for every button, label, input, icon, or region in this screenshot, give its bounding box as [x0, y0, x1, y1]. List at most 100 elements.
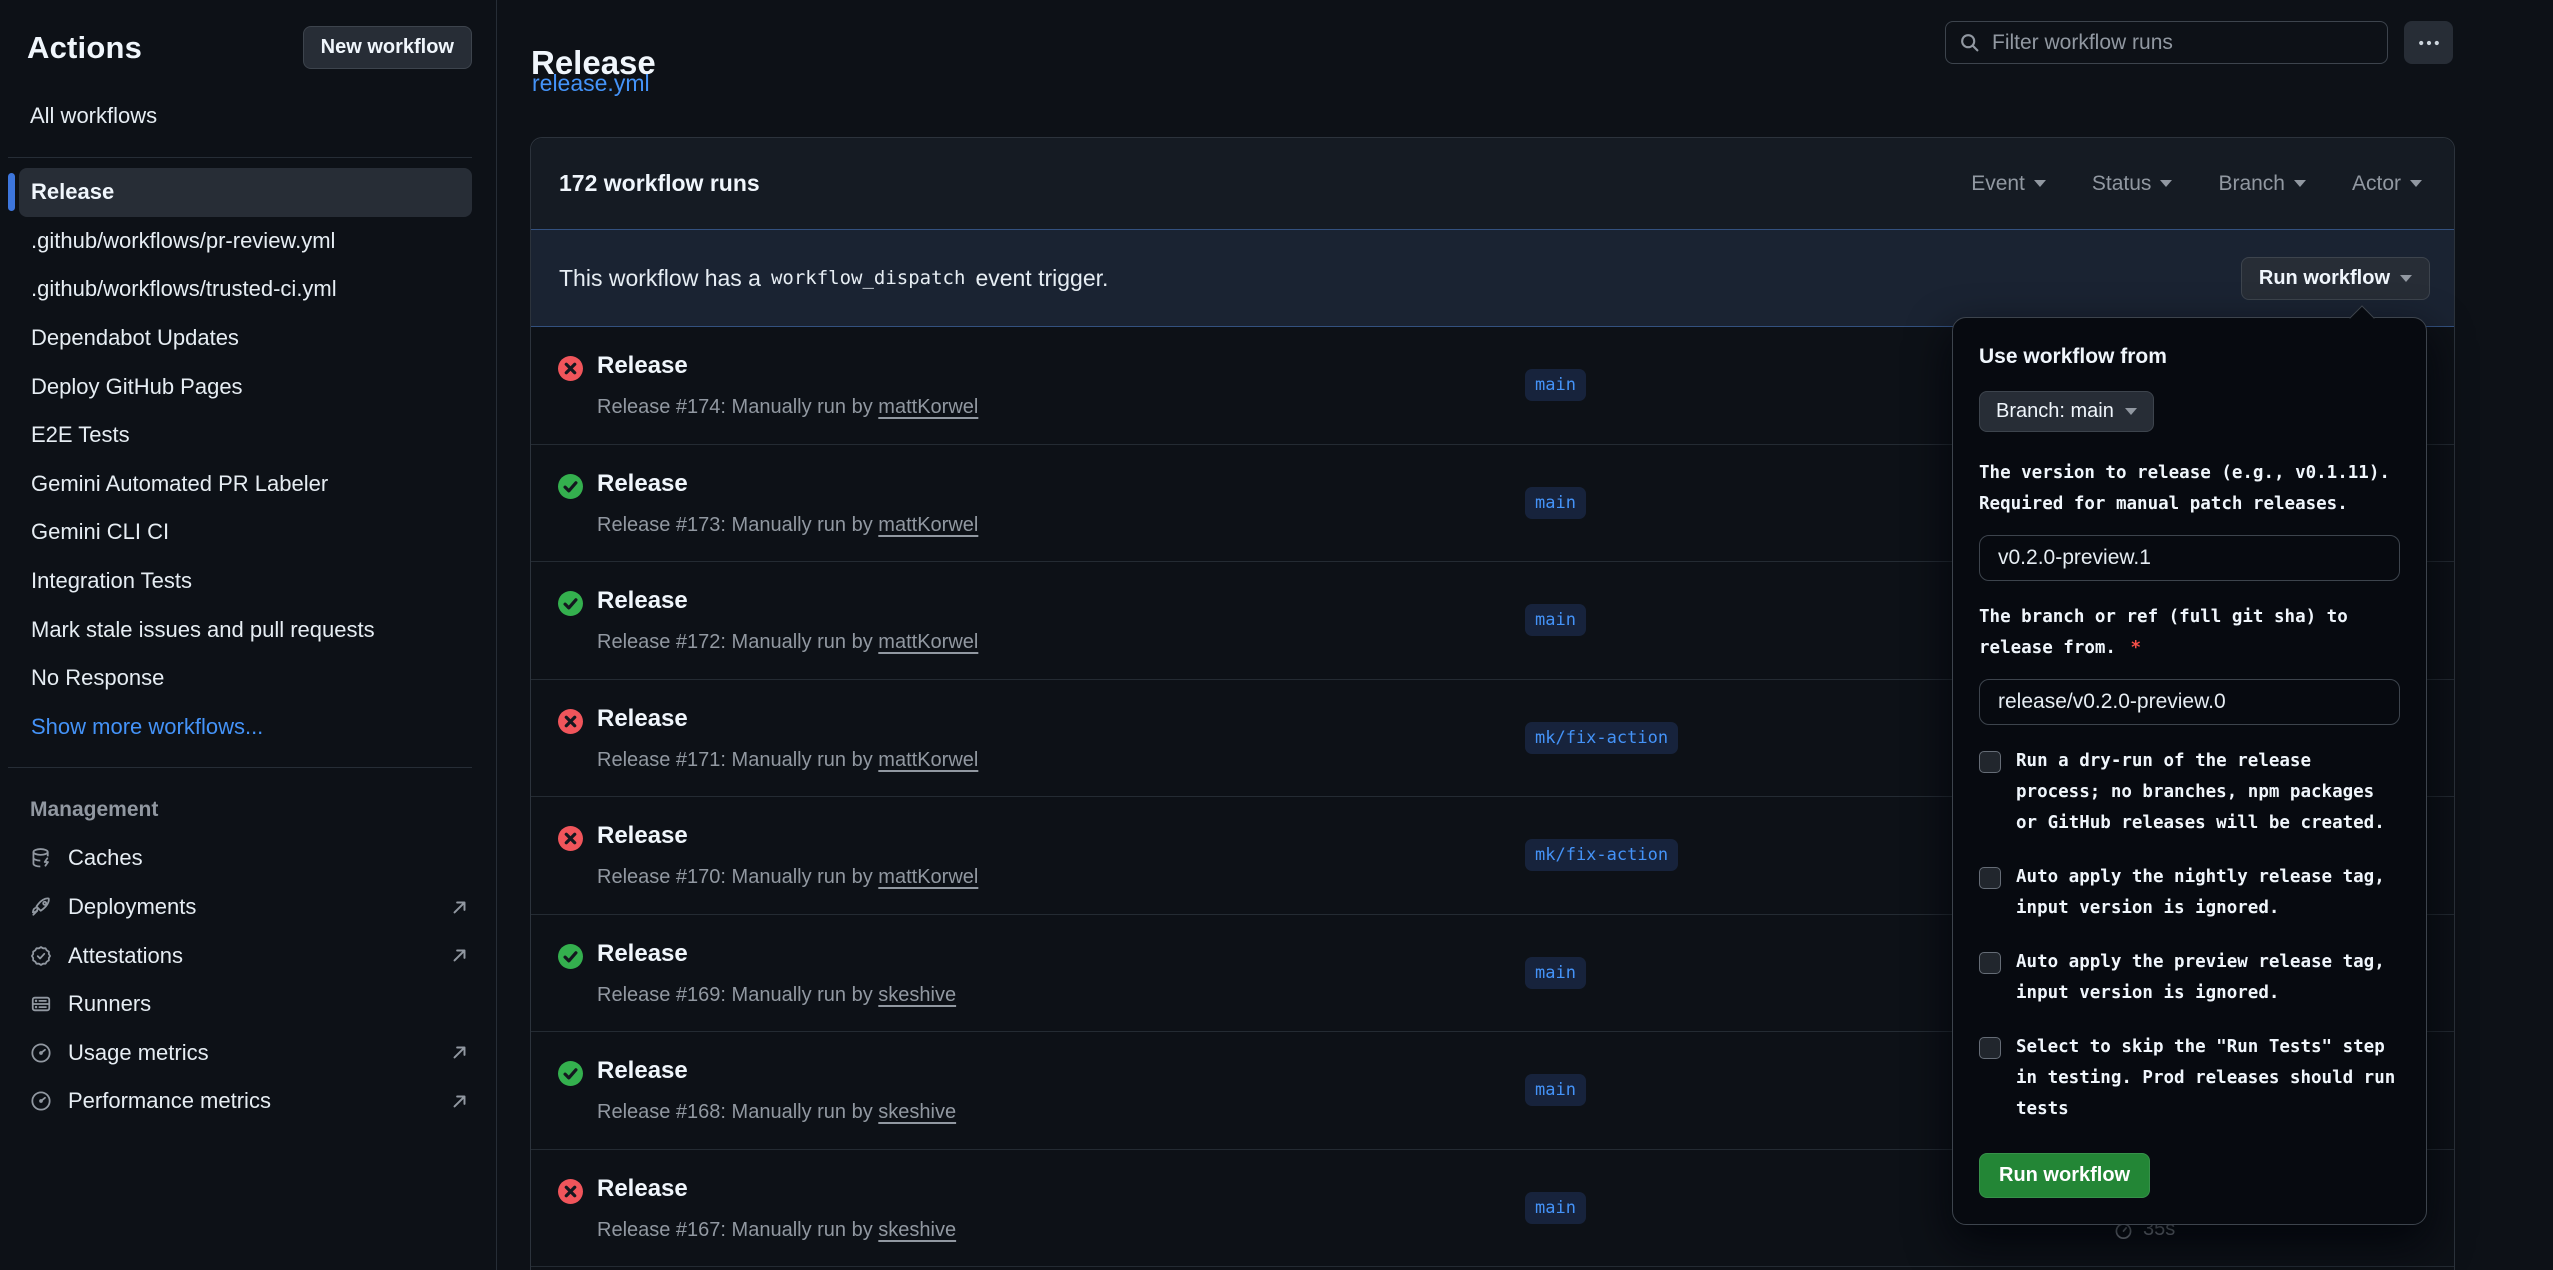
version-input-label: The version to release (e.g., v0.1.11). …	[1979, 458, 2400, 520]
check-circle-icon	[557, 590, 584, 617]
sidebar-item-workflow[interactable]: .github/workflows/pr-review.yml	[19, 217, 472, 266]
ref-input[interactable]	[1979, 679, 2400, 725]
branch-badge[interactable]: mk/fix-action	[1525, 722, 1678, 754]
run-description: Release #172: Manually run by mattKorwel	[597, 631, 978, 654]
version-input[interactable]	[1979, 535, 2400, 581]
chevron-down-icon	[2294, 180, 2306, 187]
divider	[8, 767, 472, 768]
required-asterisk: *	[2131, 638, 2142, 658]
checkbox-label[interactable]: Auto apply the nightly release tag, inpu…	[2016, 862, 2400, 924]
actor-link[interactable]: skeshive	[878, 1219, 956, 1241]
run-description: Release #168: Manually run by skeshive	[597, 1101, 956, 1124]
run-title-link[interactable]: Release	[597, 470, 688, 498]
verified-icon	[30, 945, 52, 967]
run-title-link[interactable]: Release	[597, 705, 688, 733]
checkbox[interactable]	[1979, 751, 2001, 773]
divider	[8, 157, 472, 158]
actor-link[interactable]: mattKorwel	[878, 749, 978, 771]
sidebar-item-workflow[interactable]: Gemini Automated PR Labeler	[19, 460, 472, 509]
new-workflow-button[interactable]: New workflow	[303, 26, 472, 69]
management-item-label: Attestations	[68, 943, 183, 969]
checkbox-label[interactable]: Run a dry-run of the release process; no…	[2016, 746, 2400, 839]
x-circle-icon	[557, 825, 584, 852]
management-item-label: Deployments	[68, 894, 196, 920]
run-title-link[interactable]: Release	[597, 352, 688, 380]
sidebar-item-workflow[interactable]: Mark stale issues and pull requests	[19, 605, 472, 654]
checkbox-label[interactable]: Select to skip the "Run Tests" step in t…	[2016, 1032, 2400, 1125]
sidebar-item-workflow[interactable]: Deploy GitHub Pages	[19, 362, 472, 411]
sidebar-item-workflow[interactable]: E2E Tests	[19, 411, 472, 460]
management-item-label: Runners	[68, 991, 151, 1017]
actor-link[interactable]: skeshive	[878, 1101, 956, 1123]
branch-badge[interactable]: mk/fix-action	[1525, 839, 1678, 871]
run-title-link[interactable]: Release	[597, 1057, 688, 1085]
x-circle-icon	[557, 708, 584, 735]
external-link-icon	[449, 1091, 470, 1112]
actor-link[interactable]: mattKorwel	[878, 631, 978, 653]
actor-link[interactable]: mattKorwel	[878, 866, 978, 888]
workflow-label: Release	[31, 179, 114, 205]
branch-badge[interactable]: main	[1525, 957, 1586, 989]
sidebar-item-management[interactable]: Caches	[0, 834, 496, 883]
management-section-header: Management	[30, 798, 472, 822]
runs-filter-dropdown[interactable]: Actor	[2352, 172, 2422, 196]
runs-filter-dropdown[interactable]: Branch	[2218, 172, 2306, 196]
actor-link[interactable]: mattKorwel	[878, 396, 978, 418]
checkbox[interactable]	[1979, 867, 2001, 889]
rocket-icon	[30, 896, 52, 918]
run-description: Release #174: Manually run by mattKorwel	[597, 396, 978, 419]
management-item-label: Performance metrics	[68, 1088, 271, 1114]
sidebar-item-management[interactable]: Usage metrics	[0, 1029, 496, 1078]
sidebar-item-management[interactable]: Attestations	[0, 931, 496, 980]
filter-workflow-runs-input[interactable]	[1990, 30, 2374, 56]
server-icon	[30, 993, 52, 1015]
run-title-link[interactable]: Release	[597, 822, 688, 850]
sidebar-item-management[interactable]: Runners	[0, 980, 496, 1029]
branch-badge[interactable]: main	[1525, 369, 1586, 401]
check-circle-icon	[557, 1060, 584, 1087]
checkbox[interactable]	[1979, 1037, 2001, 1059]
show-more-workflows-link[interactable]: Show more workflows...	[19, 703, 496, 752]
check-circle-icon	[557, 943, 584, 970]
workflow-label: .github/workflows/trusted-ci.yml	[31, 276, 337, 302]
sidebar-item-management[interactable]: Deployments	[0, 883, 496, 932]
run-title-link[interactable]: Release	[597, 587, 688, 615]
checkbox-label[interactable]: Auto apply the preview release tag, inpu…	[2016, 947, 2400, 1009]
sidebar-item-workflow[interactable]: No Response	[19, 654, 472, 703]
checkbox[interactable]	[1979, 952, 2001, 974]
branch-badge[interactable]: main	[1525, 487, 1586, 519]
sidebar-item-workflow[interactable]: .github/workflows/trusted-ci.yml	[19, 265, 472, 314]
actor-link[interactable]: skeshive	[878, 984, 956, 1006]
sidebar-item-workflow[interactable]: Dependabot Updates	[19, 314, 472, 363]
sidebar-item-management[interactable]: Performance metrics	[0, 1077, 496, 1126]
run-title-link[interactable]: Release	[597, 940, 688, 968]
run-workflow-submit-button[interactable]: Run workflow	[1979, 1153, 2150, 1198]
run-workflow-dropdown-button[interactable]: Run workflow	[2241, 257, 2430, 300]
popover-checkbox-list: Run a dry-run of the release process; no…	[1979, 746, 2400, 1125]
workflow-label: E2E Tests	[31, 422, 130, 448]
runs-filter-dropdown[interactable]: Event	[1971, 172, 2046, 196]
workflow-label: Dependabot Updates	[31, 325, 239, 351]
cache-icon	[30, 847, 52, 869]
workflow-list: Release .github/workflows/pr-review.yml …	[0, 168, 496, 703]
workflow-options-kebab-button[interactable]	[2404, 21, 2453, 64]
sidebar-item-workflow[interactable]: Integration Tests	[19, 557, 472, 606]
meter-icon	[30, 1042, 52, 1064]
management-item-label: Usage metrics	[68, 1040, 209, 1066]
branch-badge[interactable]: main	[1525, 1074, 1586, 1106]
sidebar-item-all-workflows[interactable]: All workflows	[30, 103, 472, 129]
workflow-file-link[interactable]: release.yml	[532, 70, 650, 97]
runs-filter-dropdown[interactable]: Status	[2092, 172, 2173, 196]
sidebar-item-workflow[interactable]: Release	[19, 168, 472, 217]
run-title-link[interactable]: Release	[597, 1175, 688, 1203]
banner-text: event trigger.	[975, 265, 1108, 292]
branch-select-button[interactable]: Branch: main	[1979, 391, 2154, 432]
sidebar-title: Actions	[27, 30, 142, 66]
actor-link[interactable]: mattKorwel	[878, 514, 978, 536]
filter-label: Branch	[2218, 172, 2285, 196]
branch-badge[interactable]: main	[1525, 1192, 1586, 1224]
sidebar-item-workflow[interactable]: Gemini CLI CI	[19, 508, 472, 557]
checkbox-row: Auto apply the nightly release tag, inpu…	[1979, 862, 2400, 924]
banner-code: workflow_dispatch	[771, 267, 965, 289]
branch-badge[interactable]: main	[1525, 604, 1586, 636]
